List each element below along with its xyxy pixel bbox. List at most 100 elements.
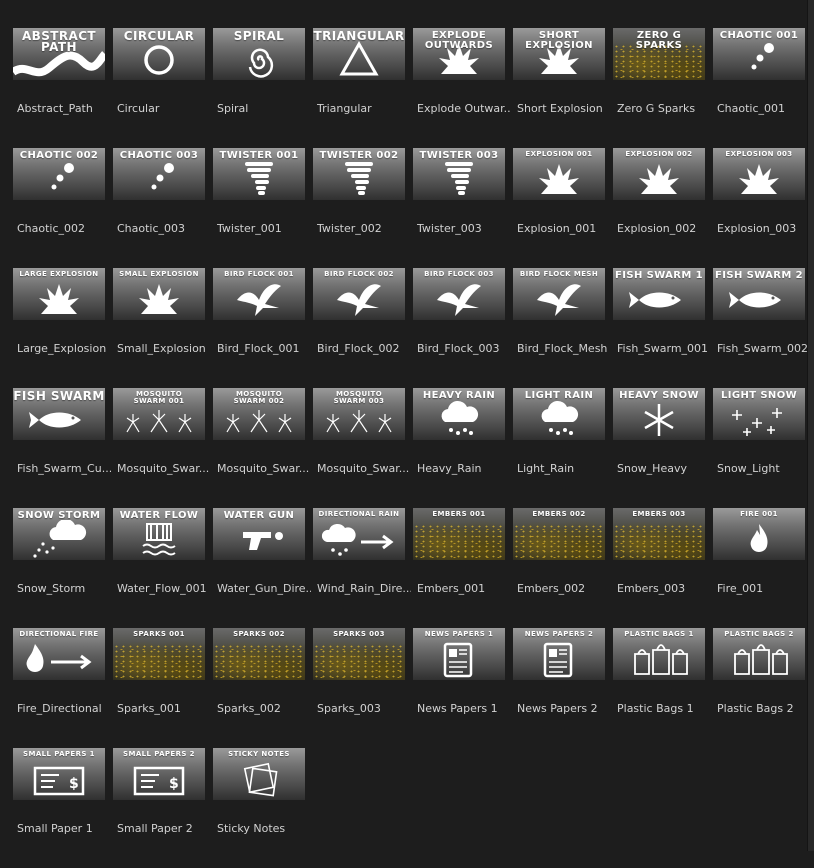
asset-name[interactable]: Small Paper 1 bbox=[17, 822, 111, 836]
asset-tile[interactable]: TWISTER 002 Twister_002 bbox=[313, 148, 413, 268]
asset-thumbnail[interactable]: EXPLOSION 003 bbox=[713, 148, 805, 200]
asset-tile[interactable]: NEWS PAPERS 2 News Papers 2 bbox=[513, 628, 613, 748]
asset-tile[interactable]: CHAOTIC 003 Chaotic_003 bbox=[113, 148, 213, 268]
asset-name[interactable]: Snow_Storm bbox=[17, 582, 111, 596]
asset-tile[interactable]: EXPLOSION 001 Explosion_001 bbox=[513, 148, 613, 268]
asset-thumbnail[interactable]: CIRCULAR bbox=[113, 28, 205, 80]
asset-tile[interactable]: DIRECTIONAL FIRE Fire_Directional bbox=[13, 628, 113, 748]
asset-tile[interactable]: TWISTER 003 Twister_003 bbox=[413, 148, 513, 268]
asset-thumbnail[interactable]: BIRD FLOCK 001 bbox=[213, 268, 305, 320]
asset-tile[interactable]: BIRD FLOCK 002 Bird_Flock_002 bbox=[313, 268, 413, 388]
asset-thumbnail[interactable]: ABSTRACT PATH bbox=[13, 28, 105, 80]
asset-tile[interactable]: SMALL EXPLOSION Small_Explosion bbox=[113, 268, 213, 388]
asset-thumbnail[interactable]: FIRE 001 bbox=[713, 508, 805, 560]
asset-thumbnail[interactable]: EMBERS 001 bbox=[413, 508, 505, 560]
asset-name[interactable]: Spiral bbox=[217, 102, 311, 116]
asset-tile[interactable]: LIGHT RAIN Light_Rain bbox=[513, 388, 613, 508]
asset-name[interactable]: Circular bbox=[117, 102, 211, 116]
asset-thumbnail[interactable]: TWISTER 001 bbox=[213, 148, 305, 200]
asset-thumbnail[interactable]: MOSQUITO SWARM 002 bbox=[213, 388, 305, 440]
asset-thumbnail[interactable]: FISH SWARM bbox=[13, 388, 105, 440]
asset-name[interactable]: Twister_003 bbox=[417, 222, 511, 236]
asset-tile[interactable]: EXPLOSION 003 Explosion_003 bbox=[713, 148, 813, 268]
asset-name[interactable]: Bird_Flock_003 bbox=[417, 342, 511, 356]
asset-name[interactable]: Snow_Light bbox=[717, 462, 811, 476]
asset-thumbnail[interactable]: STICKY NOTES bbox=[213, 748, 305, 800]
asset-tile[interactable]: TRIANGULAR Triangular bbox=[313, 28, 413, 148]
asset-name[interactable]: Fish_Swarm_002 bbox=[717, 342, 811, 356]
asset-name[interactable]: Wind_Rain_Dire... bbox=[317, 582, 411, 596]
asset-name[interactable]: Bird_Flock_Mesh bbox=[517, 342, 611, 356]
asset-name[interactable]: Fish_Swarm_001 bbox=[617, 342, 711, 356]
asset-name[interactable]: Mosquito_Swar... bbox=[317, 462, 411, 476]
asset-thumbnail[interactable]: SMALL EXPLOSION bbox=[113, 268, 205, 320]
asset-thumbnail[interactable]: EXPLOSION 001 bbox=[513, 148, 605, 200]
asset-thumbnail[interactable]: BIRD FLOCK 002 bbox=[313, 268, 405, 320]
asset-name[interactable]: Explode Outwar... bbox=[417, 102, 511, 116]
asset-tile[interactable]: NEWS PAPERS 1 News Papers 1 bbox=[413, 628, 513, 748]
asset-name[interactable]: Chaotic_001 bbox=[717, 102, 811, 116]
asset-thumbnail[interactable]: MOSQUITO SWARM 003 bbox=[313, 388, 405, 440]
asset-tile[interactable]: FIRE 001 Fire_001 bbox=[713, 508, 813, 628]
asset-tile[interactable]: STICKY NOTES Sticky Notes bbox=[213, 748, 313, 868]
asset-thumbnail[interactable]: SHORT EXPLOSION bbox=[513, 28, 605, 80]
asset-thumbnail[interactable]: CHAOTIC 003 bbox=[113, 148, 205, 200]
asset-name[interactable]: Water_Gun_Dire... bbox=[217, 582, 311, 596]
asset-tile[interactable]: CHAOTIC 002 Chaotic_002 bbox=[13, 148, 113, 268]
asset-tile[interactable]: FISH SWARM 2 Fish_Swarm_002 bbox=[713, 268, 813, 388]
asset-thumbnail[interactable]: TWISTER 002 bbox=[313, 148, 405, 200]
asset-tile[interactable]: LARGE EXPLOSION Large_Explosion bbox=[13, 268, 113, 388]
asset-tile[interactable]: WATER GUN Water_Gun_Dire... bbox=[213, 508, 313, 628]
asset-name[interactable]: Sparks_002 bbox=[217, 702, 311, 716]
asset-thumbnail[interactable]: EMBERS 003 bbox=[613, 508, 705, 560]
asset-name[interactable]: News Papers 2 bbox=[517, 702, 611, 716]
asset-thumbnail[interactable]: LIGHT SNOW bbox=[713, 388, 805, 440]
asset-thumbnail[interactable]: CHAOTIC 001 bbox=[713, 28, 805, 80]
asset-name[interactable]: News Papers 1 bbox=[417, 702, 511, 716]
asset-tile[interactable]: SHORT EXPLOSION Short Explosion bbox=[513, 28, 613, 148]
asset-thumbnail[interactable]: LARGE EXPLOSION bbox=[13, 268, 105, 320]
asset-thumbnail[interactable]: EXPLODE OUTWARDS bbox=[413, 28, 505, 80]
asset-name[interactable]: Sticky Notes bbox=[217, 822, 311, 836]
asset-tile[interactable]: CHAOTIC 001 Chaotic_001 bbox=[713, 28, 813, 148]
asset-name[interactable]: Fish_Swarm_Cu... bbox=[17, 462, 111, 476]
asset-tile[interactable]: ZERO G SPARKS Zero G Sparks bbox=[613, 28, 713, 148]
asset-thumbnail[interactable]: HEAVY RAIN bbox=[413, 388, 505, 440]
asset-name[interactable]: Fire_001 bbox=[717, 582, 811, 596]
asset-thumbnail[interactable]: WATER GUN bbox=[213, 508, 305, 560]
asset-tile[interactable]: SMALL PAPERS 1 $ Small Paper 1 bbox=[13, 748, 113, 868]
asset-name[interactable]: Short Explosion bbox=[517, 102, 611, 116]
asset-thumbnail[interactable]: SMALL PAPERS 1 $ bbox=[13, 748, 105, 800]
asset-tile[interactable]: CIRCULAR Circular bbox=[113, 28, 213, 148]
asset-name[interactable]: Explosion_001 bbox=[517, 222, 611, 236]
asset-thumbnail[interactable]: ZERO G SPARKS bbox=[613, 28, 705, 80]
asset-thumbnail[interactable]: NEWS PAPERS 1 bbox=[413, 628, 505, 680]
asset-thumbnail[interactable]: SNOW STORM bbox=[13, 508, 105, 560]
asset-tile[interactable]: SMALL PAPERS 2 $ Small Paper 2 bbox=[113, 748, 213, 868]
asset-tile[interactable]: SPIRAL Spiral bbox=[213, 28, 313, 148]
asset-name[interactable]: Explosion_003 bbox=[717, 222, 811, 236]
asset-name[interactable]: Embers_002 bbox=[517, 582, 611, 596]
asset-tile[interactable]: FISH SWARM Fish_Swarm_Cu... bbox=[13, 388, 113, 508]
asset-name[interactable]: Explosion_002 bbox=[617, 222, 711, 236]
asset-tile[interactable]: PLASTIC BAGS 1 Plastic Bags 1 bbox=[613, 628, 713, 748]
asset-tile[interactable]: DIRECTIONAL RAIN Wind_Rain_Dire... bbox=[313, 508, 413, 628]
asset-name[interactable]: Sparks_001 bbox=[117, 702, 211, 716]
asset-tile[interactable]: TWISTER 001 Twister_001 bbox=[213, 148, 313, 268]
asset-tile[interactable]: EXPLOSION 002 Explosion_002 bbox=[613, 148, 713, 268]
asset-tile[interactable]: EMBERS 001 Embers_001 bbox=[413, 508, 513, 628]
asset-name[interactable]: Fire_Directional bbox=[17, 702, 111, 716]
asset-thumbnail[interactable]: DIRECTIONAL FIRE bbox=[13, 628, 105, 680]
asset-name[interactable]: Sparks_003 bbox=[317, 702, 411, 716]
asset-thumbnail[interactable]: WATER FLOW bbox=[113, 508, 205, 560]
asset-tile[interactable]: HEAVY SNOW Snow_Heavy bbox=[613, 388, 713, 508]
asset-thumbnail[interactable]: SPIRAL bbox=[213, 28, 305, 80]
asset-tile[interactable]: EMBERS 003 Embers_003 bbox=[613, 508, 713, 628]
asset-tile[interactable]: BIRD FLOCK 001 Bird_Flock_001 bbox=[213, 268, 313, 388]
asset-name[interactable]: Chaotic_003 bbox=[117, 222, 211, 236]
asset-name[interactable]: Bird_Flock_001 bbox=[217, 342, 311, 356]
asset-thumbnail[interactable]: BIRD FLOCK 003 bbox=[413, 268, 505, 320]
asset-thumbnail[interactable]: SPARKS 001 bbox=[113, 628, 205, 680]
asset-name[interactable]: Small Paper 2 bbox=[117, 822, 211, 836]
asset-name[interactable]: Snow_Heavy bbox=[617, 462, 711, 476]
